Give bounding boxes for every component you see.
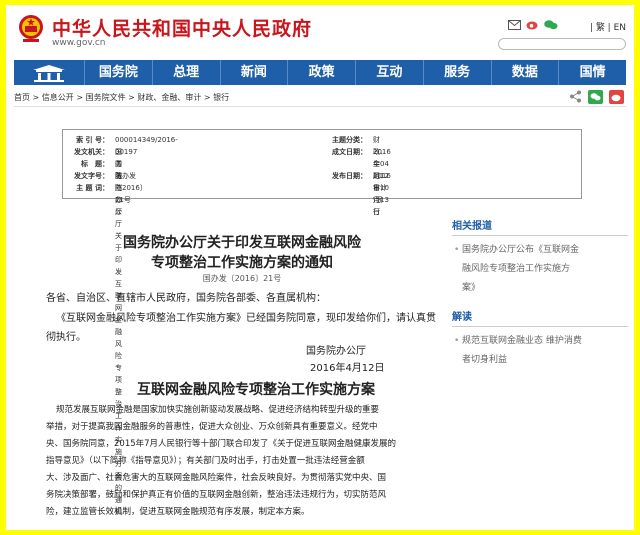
- nav-home[interactable]: [14, 60, 84, 85]
- title-label: 标 题：: [81, 160, 109, 168]
- body-line-5: 大、涉及面广、社会危害大的互联网金融风险案件，社会反映良好。为贯彻落实党中央、国: [46, 473, 387, 483]
- signer: 国务院办公厅: [306, 346, 366, 357]
- keywords-label: 主 题 词：: [76, 184, 109, 192]
- publish-date-label: 发布日期：: [332, 172, 367, 180]
- doc-number-value: 国办发〔2016〕21号: [115, 172, 147, 204]
- share-icon[interactable]: [569, 90, 582, 103]
- document-number: 国办发〔2016〕21号: [202, 274, 282, 283]
- breadcrumb-path[interactable]: 首页 > 信息公开 > 国务院文件 > 财政、金融、审计 > 银行: [14, 92, 229, 103]
- nav-item-data[interactable]: 数据: [490, 60, 559, 85]
- created-date-label: 成文日期：: [332, 148, 367, 156]
- nav-item-national-info[interactable]: 国情: [558, 60, 626, 85]
- page-frame: 中华人民共和国中央人民政府 www.gov.cn | 繁 | EN 国务院 总理…: [6, 5, 634, 530]
- interpretation-link-line-2: 者切身利益: [462, 355, 508, 365]
- index-label: 索 引 号：: [76, 136, 109, 144]
- body-line-1: 规范发展互联网金融是国家加快实施创新驱动发展战略、促进经济结构转型升级的重要: [56, 405, 380, 415]
- body-line-6: 务院决策部署，鼓励和保护真正有价值的互联网金融创新，整治违法违规行为，切实防范风: [46, 490, 387, 500]
- body-line-7: 险，建立监管长效机制，促进互联网金融规范有序发展，制定本方案。: [46, 507, 310, 517]
- intro-line-1: 《互联网金融风险专项整治工作实施方案》已经国务院同意，现印发给你们，请认真贯: [56, 313, 436, 324]
- national-emblem-icon[interactable]: [18, 13, 44, 43]
- interpretation-link[interactable]: 规范互联网金融业态 维护消费 者切身利益: [452, 332, 628, 370]
- wechat-icon[interactable]: [544, 19, 558, 30]
- org-label: 发文机关：: [74, 148, 109, 156]
- nav-item-news[interactable]: 新闻: [219, 60, 288, 85]
- mail-icon[interactable]: [508, 19, 521, 30]
- interpretation-heading: 解读: [452, 308, 628, 327]
- document-info-box: 索 引 号： 000014349/2016-00197 主题分类： 财政、金融、…: [62, 129, 582, 516]
- site-header: 中华人民共和国中央人民政府 www.gov.cn | 繁 | EN: [6, 5, 634, 57]
- interpretation-link-line-1: 规范互联网金融业态 维护消费: [462, 336, 582, 346]
- addressees: 各省、自治区、直辖市人民政府，国务院各部委、各直属机构：: [46, 293, 326, 304]
- body-line-3: 央、国务院同意，2015年7月人民银行等十部门联合印发了《关于促进互联网金融健康…: [46, 439, 397, 449]
- related-link-line-2: 融风险专项整治工作实施方: [462, 264, 571, 274]
- right-sidebar: 相关报道 国务院办公厅公布《互联网金 融风险专项整治工作实施方 案》 解读 规范…: [452, 217, 628, 370]
- main-nav: 国务院 总理 新闻 政策 互动 服务 数据 国情: [14, 60, 626, 85]
- related-link-line-1: 国务院办公厅公布《互联网金: [462, 245, 580, 255]
- related-link-line-3: 案》: [462, 283, 481, 293]
- nav-item-services[interactable]: 服务: [422, 60, 491, 85]
- index-value: 000014349/2016-00197: [115, 136, 178, 156]
- nav-item-premier[interactable]: 总理: [151, 60, 220, 85]
- sign-date: 2016年4月12日: [310, 363, 385, 374]
- home-gate-icon: [33, 64, 65, 82]
- search-input[interactable]: [498, 38, 626, 50]
- wechat-share-icon[interactable]: [588, 90, 603, 104]
- intro-line-2: 彻执行。: [46, 332, 86, 343]
- site-title[interactable]: 中华人民共和国中央人民政府: [52, 14, 312, 41]
- related-link[interactable]: 国务院办公厅公布《互联网金 融风险专项整治工作实施方 案》: [452, 241, 628, 298]
- site-url: www.gov.cn: [52, 38, 106, 48]
- nav-item-state-council[interactable]: 国务院: [84, 60, 152, 85]
- document-title-line-1: 国务院办公厅关于印发互联网金融风险: [123, 235, 361, 251]
- language-links[interactable]: | 繁 | EN: [590, 20, 626, 33]
- body-line-4: 指导意见》（以下简称《指导意见》）；有关部门及时出手，打击处置一批违法经营金额: [46, 456, 365, 466]
- nav-item-policy[interactable]: 政策: [287, 60, 355, 85]
- related-reports-heading: 相关报道: [452, 217, 628, 236]
- document-title-line-2: 专项整治工作实施方案的通知: [151, 255, 333, 271]
- weibo-share-icon[interactable]: [609, 90, 624, 104]
- publish-date-value: 2016年10月13日: [373, 172, 391, 216]
- document-title: 国务院办公厅关于印发互联网金融风险 专项整治工作实施方案的通知: [56, 233, 428, 273]
- breadcrumb: 首页 > 信息公开 > 国务院文件 > 财政、金融、审计 > 银行: [14, 89, 626, 107]
- doc-number-label: 发文字号：: [74, 172, 109, 180]
- weibo-icon[interactable]: [526, 19, 539, 30]
- nav-item-interaction[interactable]: 互动: [355, 60, 423, 85]
- section-title: 互联网金融风险专项整治工作实施方案: [137, 382, 375, 398]
- topic-label: 主题分类：: [332, 136, 367, 144]
- body-line-2: 举措，对于提高我国金融服务的普惠性，促进大众创业、万众创新具有重要意义。经党中: [46, 422, 378, 432]
